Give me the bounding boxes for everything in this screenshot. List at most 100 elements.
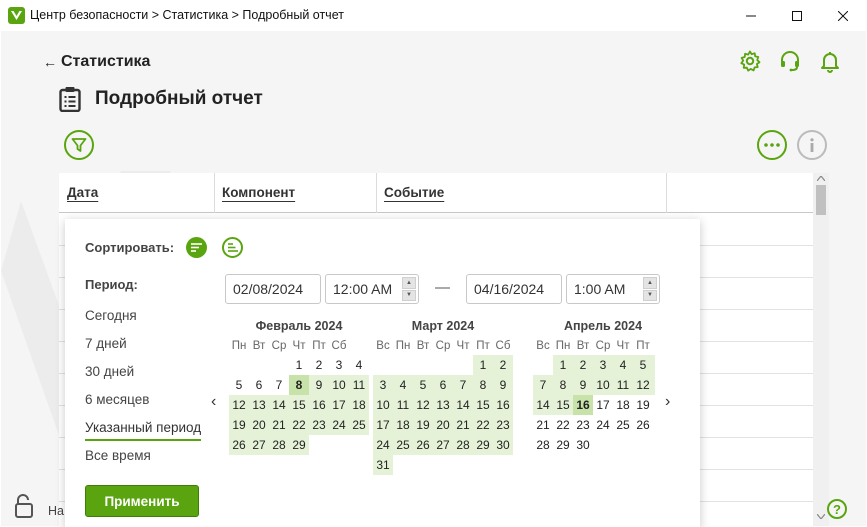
calendar-day[interactable]: 26 xyxy=(633,415,653,435)
calendar-day[interactable]: 2 xyxy=(573,355,593,375)
start-time-input[interactable]: 12:00 AM ▲ ▼ xyxy=(325,274,419,304)
calendar-day[interactable]: 24 xyxy=(329,415,349,435)
calendar-day[interactable]: 7 xyxy=(453,375,473,395)
calendar-day[interactable]: 10 xyxy=(329,375,349,395)
scroll-up-icon[interactable] xyxy=(817,176,825,181)
calendar-day[interactable]: 28 xyxy=(453,435,473,455)
minimize-button[interactable] xyxy=(728,0,774,31)
calendar-day[interactable]: 7 xyxy=(533,375,553,395)
calendar-day[interactable]: 13 xyxy=(433,395,453,415)
calendar-day[interactable]: 1 xyxy=(473,355,493,375)
calendar-day[interactable]: 10 xyxy=(373,395,393,415)
calendar-day[interactable]: 3 xyxy=(373,375,393,395)
calendar-day[interactable]: 22 xyxy=(553,415,573,435)
calendar-day[interactable]: 15 xyxy=(289,395,309,415)
calendar-day[interactable]: 6 xyxy=(653,355,655,375)
time-up-icon[interactable]: ▲ xyxy=(643,277,657,289)
close-button[interactable] xyxy=(820,0,866,31)
calendar-day[interactable]: 20 xyxy=(433,415,453,435)
calendar-day[interactable]: 8 xyxy=(473,375,493,395)
calendar-day[interactable]: 3 xyxy=(593,355,613,375)
calendar-day[interactable]: 17 xyxy=(329,395,349,415)
calendar-day[interactable]: 30 xyxy=(573,435,593,455)
calendar-day[interactable]: 20 xyxy=(249,415,269,435)
calendar-day[interactable]: 22 xyxy=(473,415,493,435)
calendar-day[interactable]: 18 xyxy=(349,395,369,415)
calendar-day[interactable]: 23 xyxy=(309,415,329,435)
calendar-day[interactable]: 11 xyxy=(393,395,413,415)
period-option-all-time[interactable]: Все время xyxy=(85,448,151,463)
period-option-6-months[interactable]: 6 месяцев xyxy=(85,392,149,407)
calendar-day[interactable]: 26 xyxy=(229,435,249,455)
calendar-day[interactable]: 16 xyxy=(309,395,329,415)
scrollbar-thumb[interactable] xyxy=(816,185,826,215)
calendar-day[interactable]: 18 xyxy=(613,395,633,415)
calendar-day[interactable]: 1 xyxy=(553,355,573,375)
calendar-day[interactable]: 23 xyxy=(493,415,513,435)
calendar-day[interactable]: 19 xyxy=(633,395,653,415)
calendar-day[interactable]: 26 xyxy=(413,435,433,455)
help-button[interactable]: ? xyxy=(827,499,847,519)
calendar-day[interactable]: 4 xyxy=(613,355,633,375)
period-option-7-days[interactable]: 7 дней xyxy=(85,336,127,351)
calendar-day[interactable]: 5 xyxy=(413,375,433,395)
calendar-day[interactable]: 24 xyxy=(373,435,393,455)
end-date-input[interactable]: 04/16/2024 xyxy=(466,274,562,304)
calendar-day[interactable]: 30 xyxy=(493,435,513,455)
notifications-icon[interactable] xyxy=(818,49,842,73)
calendar-day[interactable]: 22 xyxy=(289,415,309,435)
calendar-day[interactable]: 25 xyxy=(613,415,633,435)
sort-ascending-button[interactable] xyxy=(222,237,243,258)
calendar-day[interactable]: 6 xyxy=(249,375,269,395)
calendar-day[interactable]: 29 xyxy=(553,435,573,455)
calendar-day[interactable]: 4 xyxy=(393,375,413,395)
calendar-day[interactable]: 21 xyxy=(533,415,553,435)
calendar-day[interactable]: 11 xyxy=(613,375,633,395)
scroll-down-icon[interactable] xyxy=(817,514,825,519)
time-down-icon[interactable]: ▼ xyxy=(402,289,416,301)
apply-button[interactable]: Применить xyxy=(85,485,199,517)
settings-icon[interactable] xyxy=(738,49,762,73)
calendar-day[interactable]: 23 xyxy=(573,415,593,435)
start-date-input[interactable]: 02/08/2024 xyxy=(225,274,321,304)
calendar-day[interactable]: 1 xyxy=(289,355,309,375)
calendar-prev-button[interactable]: ‹ xyxy=(211,393,216,411)
calendar-day[interactable]: 12 xyxy=(633,375,653,395)
calendar-day[interactable]: 5 xyxy=(229,375,249,395)
end-time-spinner[interactable]: ▲ ▼ xyxy=(643,277,657,301)
filter-button[interactable] xyxy=(64,130,94,160)
calendar-day[interactable]: 8 xyxy=(289,375,309,395)
more-options-button[interactable] xyxy=(757,130,787,160)
calendar-day[interactable]: 4 xyxy=(349,355,369,375)
calendar-day[interactable]: 19 xyxy=(413,415,433,435)
calendar-day[interactable]: 2 xyxy=(493,355,513,375)
calendar-day[interactable]: 12 xyxy=(413,395,433,415)
calendar-day[interactable]: 17 xyxy=(593,395,613,415)
period-option-today[interactable]: Сегодня xyxy=(85,308,137,323)
table-scrollbar[interactable] xyxy=(813,173,829,526)
calendar-day[interactable]: 28 xyxy=(269,435,289,455)
column-header-date[interactable]: Дата xyxy=(67,185,98,200)
calendar-day[interactable]: 27 xyxy=(433,435,453,455)
calendar-day[interactable]: 11 xyxy=(349,375,369,395)
end-time-input[interactable]: 1:00 AM ▲ ▼ xyxy=(566,274,660,304)
calendar-day[interactable]: 14 xyxy=(533,395,553,415)
calendar-day[interactable]: 6 xyxy=(433,375,453,395)
support-icon[interactable] xyxy=(778,49,802,73)
calendar-day[interactable]: 5 xyxy=(633,355,653,375)
back-link[interactable]: ← Статистика xyxy=(43,53,150,71)
calendar-day[interactable]: 14 xyxy=(269,395,289,415)
calendar-day[interactable]: 19 xyxy=(229,415,249,435)
calendar-day[interactable]: 7 xyxy=(269,375,289,395)
calendar-day[interactable]: 16 xyxy=(493,395,513,415)
calendar-day[interactable]: 17 xyxy=(373,415,393,435)
time-down-icon[interactable]: ▼ xyxy=(643,289,657,301)
calendar-day[interactable]: 29 xyxy=(289,435,309,455)
calendar-day[interactable]: 9 xyxy=(309,375,329,395)
calendar-day[interactable]: 10 xyxy=(593,375,613,395)
calendar-day[interactable]: 25 xyxy=(349,415,369,435)
calendar-day[interactable]: 8 xyxy=(553,375,573,395)
maximize-button[interactable] xyxy=(774,0,820,31)
calendar-day[interactable]: 27 xyxy=(249,435,269,455)
column-header-component[interactable]: Компонент xyxy=(222,185,295,200)
